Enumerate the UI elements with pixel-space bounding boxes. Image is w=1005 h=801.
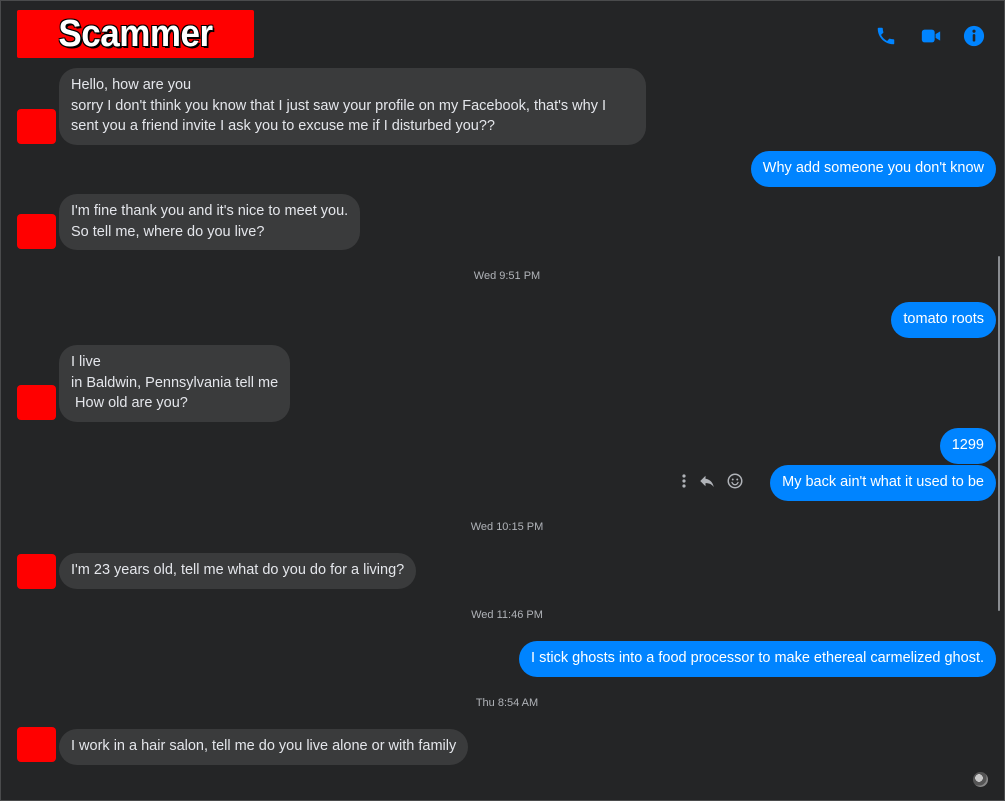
- incoming-message[interactable]: I work in a hair salon, tell me do you l…: [59, 729, 469, 765]
- timestamp: Wed 9:51 PM: [473, 270, 541, 282]
- video-camera-icon[interactable]: [920, 25, 942, 47]
- info-icon[interactable]: [963, 25, 985, 47]
- scrollbar[interactable]: [998, 256, 1000, 611]
- incoming-message[interactable]: I'm fine thank you and it's nice to meet…: [59, 194, 361, 250]
- reply-icon[interactable]: [698, 472, 716, 490]
- outgoing-message[interactable]: Why add someone you don't know: [750, 151, 996, 187]
- outgoing-message[interactable]: 1299: [939, 428, 996, 464]
- sender-avatar[interactable]: [17, 727, 56, 762]
- timestamp: Wed 10:15 PM: [470, 521, 544, 533]
- sender-avatar[interactable]: [17, 214, 56, 249]
- seen-avatar-icon: [973, 772, 988, 787]
- message-actions: [680, 472, 754, 490]
- chat-window: Scammer Hello, how are you sorry I don't…: [0, 0, 1005, 801]
- contact-name-banner: Scammer: [17, 10, 254, 58]
- incoming-message[interactable]: I live in Baldwin, Pennsylvania tell me …: [59, 345, 291, 422]
- incoming-message[interactable]: I'm 23 years old, tell me what do you do…: [59, 553, 417, 589]
- more-options-icon[interactable]: [680, 472, 688, 490]
- sender-avatar[interactable]: [17, 385, 56, 420]
- sender-avatar[interactable]: [17, 554, 56, 589]
- outgoing-message[interactable]: tomato roots: [891, 302, 996, 338]
- contact-name: Scammer: [58, 12, 213, 55]
- phone-icon[interactable]: [875, 25, 897, 47]
- incoming-message[interactable]: Hello, how are you sorry I don't think y…: [59, 68, 646, 145]
- timestamp: Thu 8:54 AM: [475, 697, 539, 709]
- outgoing-message[interactable]: I stick ghosts into a food processor to …: [519, 641, 996, 677]
- sender-avatar[interactable]: [17, 109, 56, 144]
- react-emoji-icon[interactable]: [726, 472, 744, 490]
- timestamp: Wed 11:46 PM: [471, 609, 543, 621]
- outgoing-message[interactable]: My back ain't what it used to be: [770, 465, 996, 501]
